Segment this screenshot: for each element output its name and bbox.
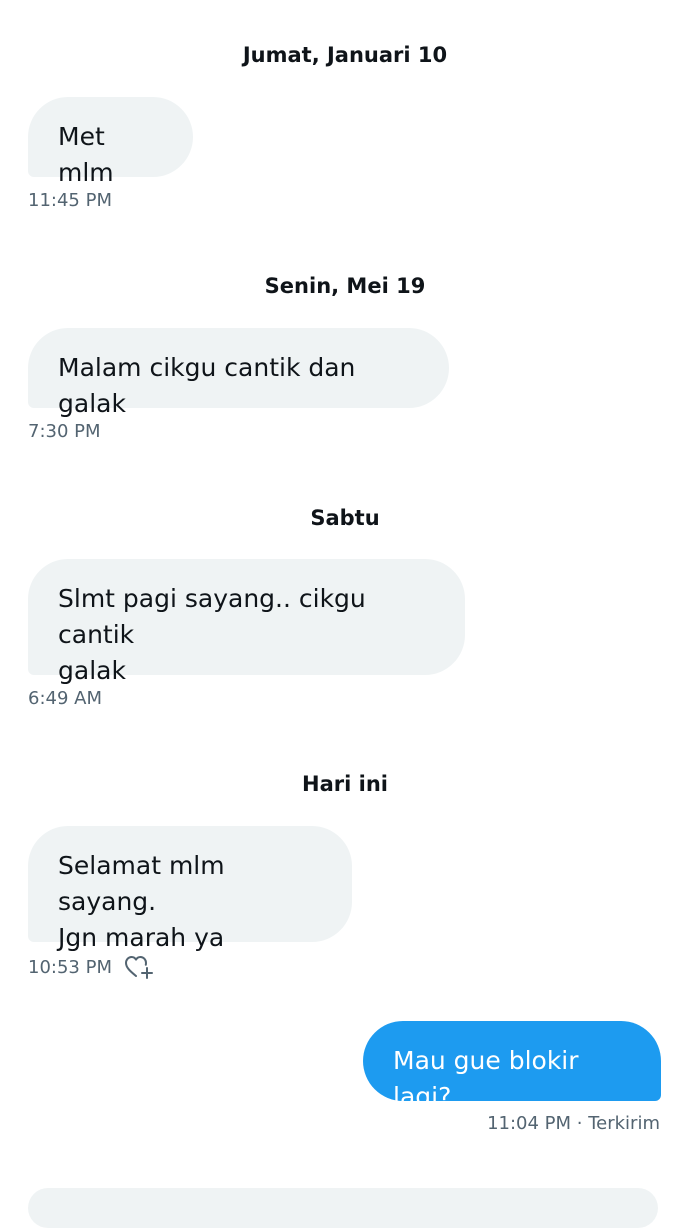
message-text-line: Selamat mlm sayang. [58,851,225,916]
sent-message[interactable]: Mau gue blokir lagi? [363,1021,661,1111]
message-timestamp: 6:49 AM [28,688,102,709]
message-timestamp: 11:45 PM [28,190,112,211]
received-message[interactable]: Malam cikgu cantik dan galak [28,328,449,418]
status-line: 11:04 PM · Terkirim [487,1113,660,1134]
message-text-line: galak [58,656,126,685]
timestamp-text: 7:30 PM [28,421,101,442]
timestamp-text: 6:49 AM [28,688,102,709]
delivery-status: Terkirim [588,1113,660,1134]
message-text: Malam cikgu cantik dan galak [58,353,356,418]
timestamp-text: 10:53 PM [28,956,112,978]
message-timestamp: 7:30 PM [28,421,101,442]
timestamp-text: 11:04 PM [487,1113,572,1134]
timestamp-text: 11:45 PM [28,190,112,211]
meta-separator: · [571,1113,589,1134]
heart-plus-icon[interactable] [124,954,154,980]
received-message[interactable]: Slmt pagi sayang.. cikgu cantik galak [28,559,465,685]
date-separator: Senin, Mei 19 [264,274,426,298]
date-separator: Sabtu [310,506,380,530]
received-message[interactable]: Selamat mlm sayang. Jgn marah ya [28,826,352,952]
message-text-line: Jgn marah ya [58,923,225,952]
message-meta: 10:53 PM [28,954,154,980]
message-text: Mau gue blokir lagi? [393,1046,579,1111]
received-message-partial[interactable] [28,1188,658,1228]
message-text-line: Slmt pagi sayang.. cikgu cantik [58,584,366,649]
date-separator: Hari ini [302,772,388,796]
sent-message-meta: 11:04 PM · Terkirim [487,1113,660,1134]
date-separator: Jumat, Januari 10 [242,43,448,67]
received-message[interactable]: Met mlm [28,97,193,187]
message-text: Met mlm [58,122,114,187]
